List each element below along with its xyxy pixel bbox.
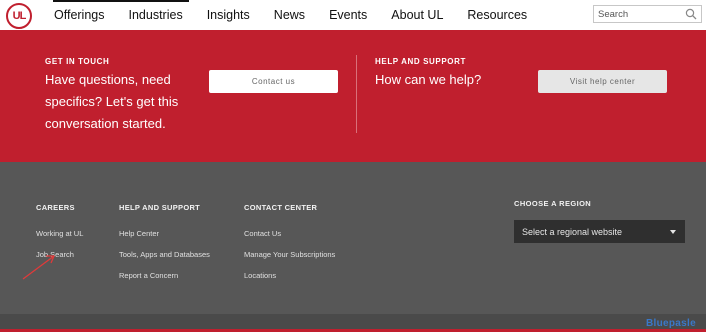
- main-nav: Offerings Industries Insights News Event…: [54, 8, 551, 22]
- banner-divider: [356, 55, 357, 133]
- get-in-touch-kicker: GET IN TOUCH: [45, 57, 110, 66]
- contact-banner: GET IN TOUCH Have questions, need specif…: [0, 30, 706, 162]
- footer-col-title: HELP AND SUPPORT: [119, 203, 201, 212]
- footer-link-contact-us[interactable]: Contact Us: [244, 229, 335, 238]
- footer-col-title: CAREERS: [36, 203, 75, 212]
- footer-col-help-support: HELP AND SUPPORT Help Center Tools, Apps…: [119, 203, 210, 292]
- footer-link-tools-apps-databases[interactable]: Tools, Apps and Databases: [119, 250, 210, 259]
- nav-about-ul[interactable]: About UL: [391, 8, 443, 22]
- nav-resources[interactable]: Resources: [467, 8, 527, 22]
- footer-col-title: CONTACT CENTER: [244, 203, 318, 212]
- help-support-text: How can we help?: [375, 72, 482, 87]
- search-input[interactable]: [598, 8, 680, 20]
- annotation-arrow-icon: [22, 255, 55, 280]
- header-top-line: [53, 0, 189, 2]
- nav-events[interactable]: Events: [329, 8, 367, 22]
- chevron-down-icon: [670, 230, 676, 234]
- footer-link-working-at-ul[interactable]: Working at UL: [36, 229, 83, 238]
- choose-region-title: CHOOSE A REGION: [514, 199, 592, 208]
- footer-link-help-center[interactable]: Help Center: [119, 229, 210, 238]
- nav-offerings[interactable]: Offerings: [54, 8, 105, 22]
- footer-col-contact-center: CONTACT CENTER Contact Us Manage Your Su…: [244, 203, 335, 292]
- footer-link-report-concern[interactable]: Report a Concern: [119, 271, 210, 280]
- nav-industries[interactable]: Industries: [129, 8, 183, 22]
- site-header: UL Offerings Industries Insights News Ev…: [0, 0, 706, 30]
- search-box: [593, 5, 702, 23]
- visit-help-center-button[interactable]: Visit help center: [538, 70, 667, 93]
- get-in-touch-text: Have questions, need specifics? Let's ge…: [45, 72, 179, 131]
- ul-logo[interactable]: UL: [6, 3, 32, 29]
- search-icon[interactable]: [685, 8, 697, 20]
- watermark-text: Bluepasle: [646, 318, 696, 329]
- region-select[interactable]: Select a regional website: [514, 220, 685, 243]
- footer-link-manage-subscriptions[interactable]: Manage Your Subscriptions: [244, 250, 335, 259]
- nav-news[interactable]: News: [274, 8, 305, 22]
- footer-link-locations[interactable]: Locations: [244, 271, 335, 280]
- help-support-kicker: HELP AND SUPPORT: [375, 57, 466, 66]
- contact-us-button[interactable]: Contact us: [209, 70, 338, 93]
- region-select-value: Select a regional website: [522, 226, 623, 237]
- nav-insights[interactable]: Insights: [207, 8, 250, 22]
- site-footer: CAREERS Working at UL Job Search HELP AN…: [0, 162, 706, 314]
